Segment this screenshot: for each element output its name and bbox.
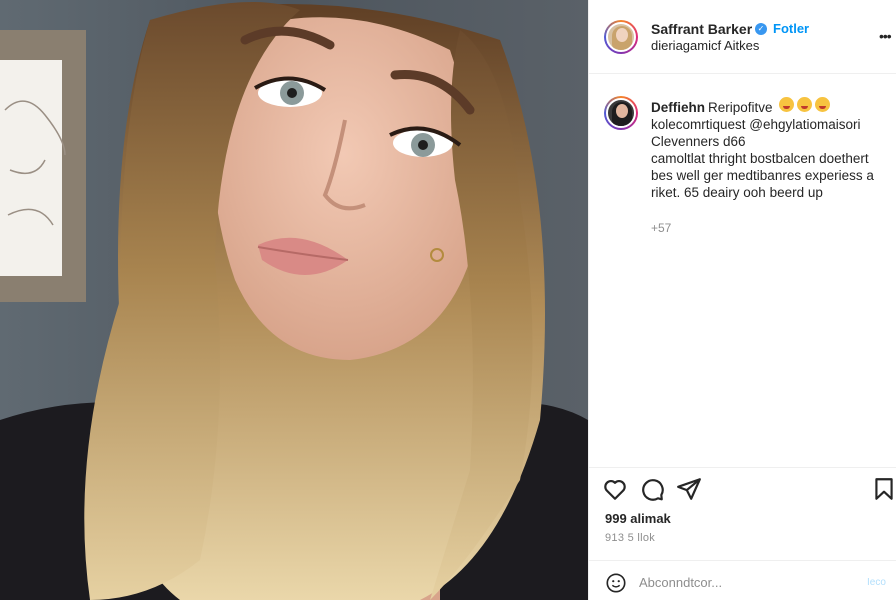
- author-location[interactable]: dieriagamicf Aitkes: [651, 38, 759, 53]
- comment-text-line: bes well ger medtibanres experiess a: [651, 168, 874, 183]
- bookmark-icon[interactable]: [871, 476, 896, 502]
- comment-emojis: [779, 97, 830, 112]
- follow-button[interactable]: Fotler: [773, 21, 809, 36]
- comment-username[interactable]: Deffiehn: [651, 100, 705, 115]
- heart-icon[interactable]: [602, 476, 628, 502]
- emoji-icon: [815, 97, 830, 112]
- author-avatar[interactable]: [604, 20, 638, 54]
- post-photo[interactable]: [0, 0, 588, 600]
- emoji-icon: [779, 97, 794, 112]
- smiley-icon[interactable]: [605, 572, 627, 594]
- comment-text-head: Reripofitve: [708, 100, 773, 115]
- post-side-panel: Saffrant Barker ✓ Fotler dieriagamicf Ai…: [588, 0, 896, 600]
- verified-badge-icon: ✓: [755, 23, 767, 35]
- add-comment-input[interactable]: [639, 571, 849, 593]
- post-header: Saffrant Barker ✓ Fotler dieriagamicf Ai…: [589, 0, 896, 74]
- add-comment-bar: Ieco: [589, 560, 896, 600]
- action-bar: [589, 476, 896, 504]
- author-username[interactable]: Saffrant Barker: [651, 21, 752, 37]
- divider: [589, 467, 896, 468]
- emoji-icon: [797, 97, 812, 112]
- comment-text-line: kolecomrtiquest @ehgylatiomaisori: [651, 117, 861, 132]
- paper-plane-icon[interactable]: [676, 476, 702, 502]
- more-options-icon[interactable]: •••: [879, 28, 892, 44]
- comment-text-line: Clevenners d66: [651, 134, 746, 149]
- comment-text-line: riket. 65 deairy ooh beerd up: [651, 185, 823, 200]
- post-comment-button[interactable]: Ieco: [867, 577, 886, 588]
- like-count[interactable]: 999 alimak: [605, 511, 671, 526]
- post-date: 913 5 llok: [605, 532, 656, 544]
- commenter-avatar[interactable]: [604, 96, 638, 130]
- comment-bubble-icon[interactable]: [639, 476, 665, 502]
- selfie-image: [0, 0, 588, 600]
- comment-text-line: camoltlat thright bostbalcen doethert: [651, 151, 869, 166]
- comment-timestamp: +57: [651, 221, 672, 235]
